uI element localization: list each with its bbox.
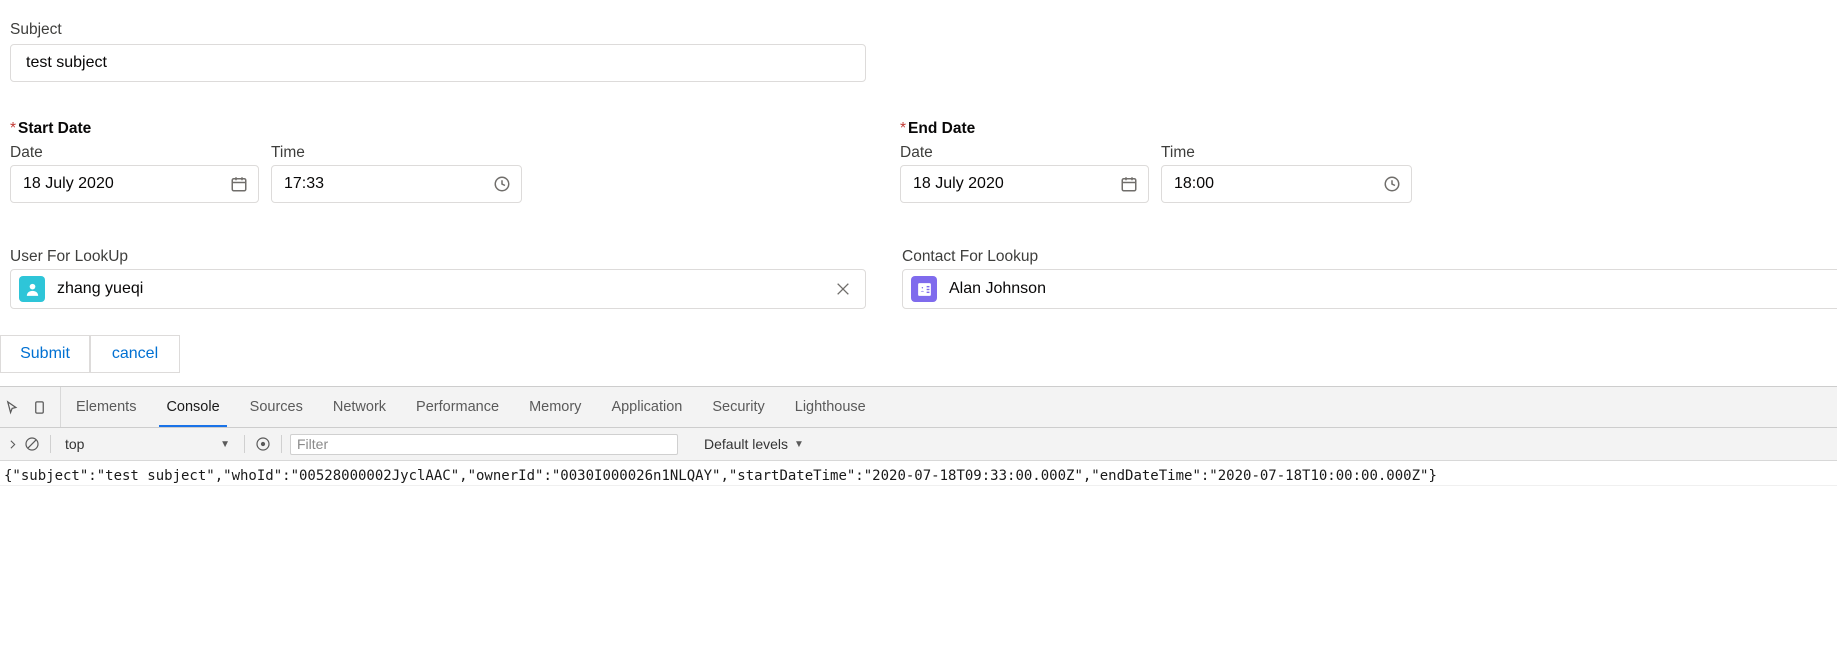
tab-memory[interactable]: Memory bbox=[514, 387, 596, 427]
end-time-value: 18:00 bbox=[1174, 175, 1215, 192]
console-output-area: {"subject":"test subject","whoId":"00528… bbox=[0, 461, 1837, 653]
tab-performance[interactable]: Performance bbox=[401, 387, 514, 427]
clock-icon[interactable] bbox=[493, 175, 511, 193]
calendar-icon[interactable] bbox=[230, 175, 248, 193]
more-tabs-icon[interactable] bbox=[2, 434, 22, 454]
tab-lighthouse[interactable]: Lighthouse bbox=[780, 387, 881, 427]
live-expression-eye-icon[interactable] bbox=[253, 434, 273, 454]
start-time-input[interactable]: 17:33 bbox=[271, 165, 522, 203]
contact-lookup-label: Contact For Lookup bbox=[902, 248, 1039, 265]
tab-network[interactable]: Network bbox=[318, 387, 401, 427]
end-date-input[interactable]: 18 July 2020 bbox=[900, 165, 1149, 203]
activity-form: Subject test subject * Start Date Date 18… bbox=[0, 0, 1837, 386]
contact-lookup-input[interactable]: Alan Johnson bbox=[902, 269, 1837, 309]
clock-icon[interactable] bbox=[1383, 175, 1401, 193]
contact-card-icon bbox=[911, 276, 937, 302]
start-date-group-text: Start Date bbox=[18, 120, 92, 137]
contact-lookup-value: Alan Johnson bbox=[949, 280, 1046, 297]
start-time-value: 17:33 bbox=[284, 175, 325, 192]
tab-application[interactable]: Application bbox=[596, 387, 697, 427]
required-marker-icon: * bbox=[10, 120, 17, 137]
start-date-value: 18 July 2020 bbox=[23, 175, 114, 192]
toolbar-divider bbox=[244, 435, 245, 453]
calendar-icon[interactable] bbox=[1120, 175, 1138, 193]
log-levels-value: Default levels bbox=[704, 436, 789, 452]
devtools-panel: Elements Console Sources Network Perform… bbox=[0, 386, 1837, 653]
submit-button[interactable]: Submit bbox=[0, 335, 90, 373]
user-lookup-input[interactable]: zhang yueqi bbox=[10, 269, 866, 309]
device-toolbar-icon[interactable] bbox=[30, 398, 48, 416]
clear-icon[interactable] bbox=[835, 281, 851, 297]
end-date-value: 18 July 2020 bbox=[913, 175, 1004, 192]
subject-input[interactable]: test subject bbox=[10, 44, 866, 82]
start-date-label: Date bbox=[10, 144, 43, 161]
tab-sources[interactable]: Sources bbox=[235, 387, 318, 427]
user-lookup-label: User For LookUp bbox=[10, 248, 129, 265]
console-log-entry[interactable]: {"subject":"test subject","whoId":"00528… bbox=[0, 461, 1837, 486]
console-filter-input[interactable]: Filter bbox=[290, 433, 678, 455]
form-actions: Submit cancel bbox=[0, 335, 180, 373]
clear-console-icon[interactable] bbox=[22, 434, 42, 454]
start-time-label: Time bbox=[271, 144, 305, 161]
console-filter-placeholder: Filter bbox=[297, 436, 329, 452]
cancel-button[interactable]: cancel bbox=[90, 335, 180, 373]
end-date-group-text: End Date bbox=[908, 120, 976, 137]
toolbar-divider bbox=[281, 435, 282, 453]
execution-context-value: top bbox=[65, 436, 85, 452]
chevron-down-icon: ▼ bbox=[794, 438, 804, 450]
end-time-input[interactable]: 18:00 bbox=[1161, 165, 1412, 203]
log-levels-select[interactable]: Default levels ▼ bbox=[696, 436, 812, 452]
required-marker-icon: * bbox=[900, 120, 907, 137]
end-time-label: Time bbox=[1161, 144, 1195, 161]
tab-console[interactable]: Console bbox=[151, 387, 234, 427]
user-avatar-icon bbox=[19, 276, 45, 302]
start-date-group-label: * Start Date bbox=[10, 120, 91, 139]
tab-elements[interactable]: Elements bbox=[61, 387, 151, 427]
end-date-group-label: * End Date bbox=[900, 120, 975, 139]
inspect-element-icon[interactable] bbox=[2, 398, 20, 416]
devtools-tabbar: Elements Console Sources Network Perform… bbox=[0, 387, 1837, 428]
execution-context-select[interactable]: top ▼ bbox=[59, 436, 236, 452]
start-date-input[interactable]: 18 July 2020 bbox=[10, 165, 259, 203]
toolbar-divider bbox=[50, 435, 51, 453]
tab-security[interactable]: Security bbox=[697, 387, 779, 427]
chevron-down-icon: ▼ bbox=[220, 438, 230, 450]
devtools-left-icons bbox=[0, 387, 61, 427]
user-lookup-value: zhang yueqi bbox=[57, 280, 144, 297]
subject-value: test subject bbox=[26, 54, 107, 71]
end-date-label: Date bbox=[900, 144, 933, 161]
console-toolbar: top ▼ Filter Default levels ▼ bbox=[0, 428, 1837, 461]
subject-label: Subject bbox=[10, 21, 62, 38]
devtools-tabs: Elements Console Sources Network Perform… bbox=[61, 387, 881, 427]
